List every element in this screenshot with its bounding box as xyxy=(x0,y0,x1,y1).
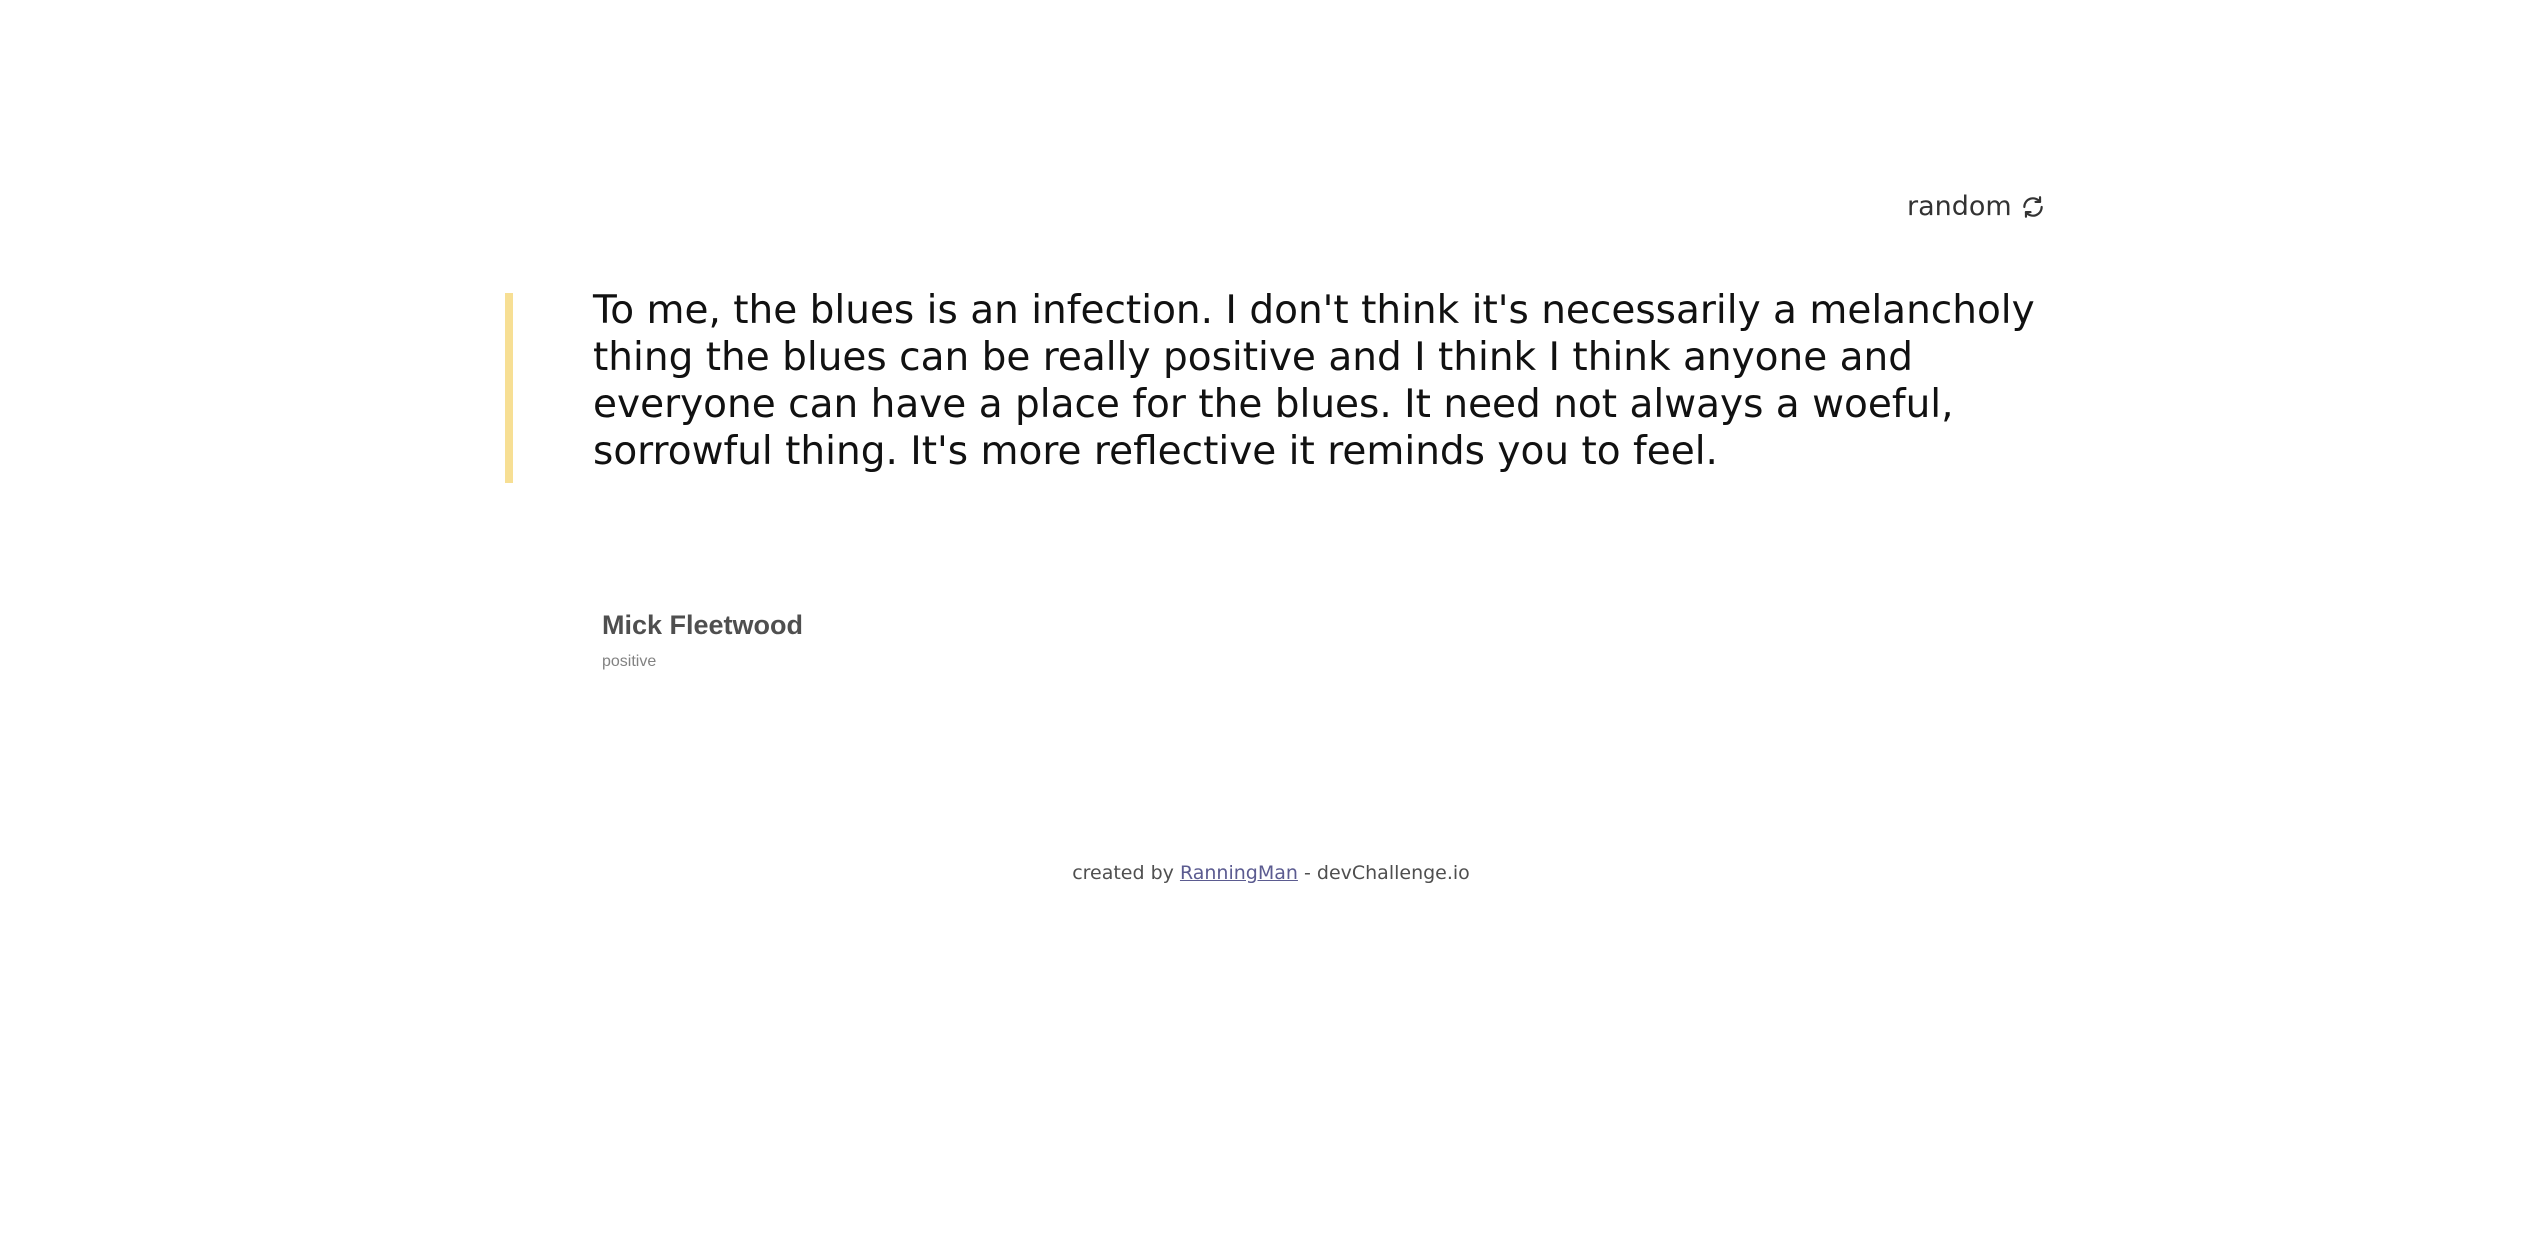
quote-block: To me, the blues is an infection. I don'… xyxy=(505,288,2045,483)
refresh-icon xyxy=(2020,194,2046,220)
footer-author-link[interactable]: RanningMan xyxy=(1180,862,1298,884)
footer: created by RanningMan - devChallenge.io xyxy=(0,862,2542,884)
quote-text: To me, the blues is an infection. I don'… xyxy=(593,288,2035,474)
page: random To me, the blues is an infection.… xyxy=(0,0,2542,1238)
quote-accent-bar xyxy=(505,293,513,483)
author-block[interactable]: Mick Fleetwood positive xyxy=(602,608,803,672)
footer-prefix: created by xyxy=(1072,862,1174,884)
random-button[interactable]: random xyxy=(1907,191,2046,222)
random-label: random xyxy=(1907,191,2012,222)
author-name: Mick Fleetwood xyxy=(602,610,804,640)
author-genre: positive xyxy=(602,653,657,670)
footer-suffix: - devChallenge.io xyxy=(1303,862,1470,884)
